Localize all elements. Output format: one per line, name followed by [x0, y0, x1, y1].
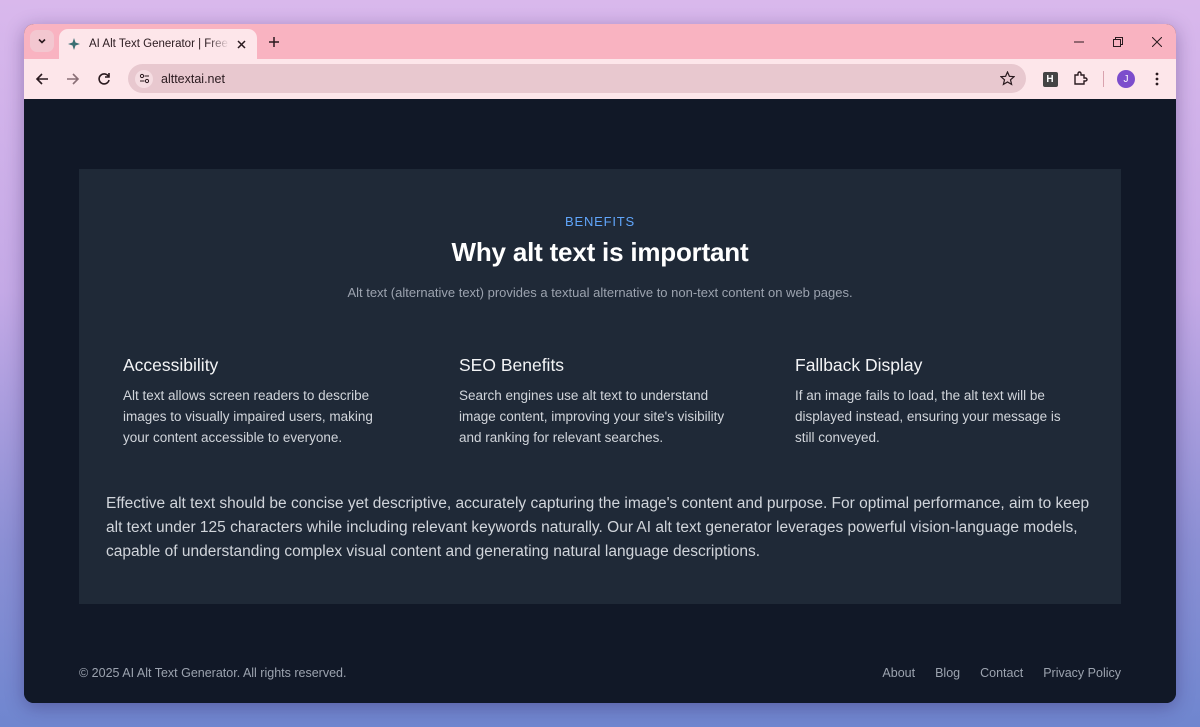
- page-content: BENEFITS Why alt text is important Alt t…: [24, 99, 1176, 703]
- feature-description: Search engines use alt text to understan…: [459, 388, 725, 445]
- feature-description: Alt text allows screen readers to descri…: [123, 388, 373, 445]
- chevron-down-icon: [38, 38, 46, 44]
- feature-accessibility: Accessibility Alt text allows screen rea…: [123, 355, 393, 448]
- site-favicon-icon: [67, 37, 81, 51]
- browser-window: AI Alt Text Generator | Free Tool: [24, 24, 1176, 703]
- extension-h-icon: H: [1042, 71, 1058, 87]
- feature-title: Fallback Display: [795, 355, 923, 375]
- tab-search-button[interactable]: [30, 30, 54, 52]
- puzzle-icon: [1074, 71, 1088, 85]
- feature-description: If an image fails to load, the alt text …: [795, 388, 1061, 445]
- section-title: Why alt text is important: [451, 237, 749, 267]
- feature-title: Accessibility: [123, 355, 219, 375]
- tab-close-icon[interactable]: [233, 36, 249, 52]
- browser-menu-button[interactable]: [1147, 69, 1167, 89]
- minimize-button[interactable]: [1059, 24, 1098, 59]
- url-text: alttextai.net: [161, 71, 225, 86]
- section-subtitle: Alt text (alternative text) provides a t…: [347, 285, 853, 300]
- extensions-button[interactable]: [1070, 69, 1090, 89]
- feature-title: SEO Benefits: [459, 355, 565, 375]
- close-icon: [1151, 36, 1162, 47]
- feature-seo: SEO Benefits Search engines use alt text…: [459, 355, 729, 448]
- site-settings-icon[interactable]: [135, 69, 153, 88]
- toolbar-divider: [1103, 71, 1104, 87]
- benefits-section: BENEFITS Why alt text is important Alt t…: [79, 169, 1121, 604]
- plus-icon: [269, 37, 279, 47]
- restore-icon: [1112, 36, 1123, 47]
- footer-link-blog[interactable]: Blog: [935, 666, 960, 680]
- close-window-button[interactable]: [1137, 24, 1176, 59]
- forward-button[interactable]: [61, 67, 85, 91]
- browser-toolbar: alttextai.net H J: [24, 59, 1176, 99]
- tab-strip: AI Alt Text Generator | Free Tool: [24, 24, 1176, 59]
- footer-nav: About Blog Contact Privacy Policy: [882, 666, 1121, 680]
- footer-link-contact[interactable]: Contact: [980, 666, 1023, 680]
- bookmark-star-icon[interactable]: [999, 70, 1016, 87]
- address-bar[interactable]: alttextai.net: [128, 64, 1026, 93]
- more-vert-icon: [1155, 72, 1159, 86]
- feature-fallback: Fallback Display If an image fails to lo…: [795, 355, 1065, 448]
- tab-active[interactable]: AI Alt Text Generator | Free Tool: [59, 29, 257, 59]
- footer-copyright: © 2025 AI Alt Text Generator. All rights…: [79, 666, 347, 680]
- minimize-icon: [1073, 41, 1084, 42]
- extension-h-button[interactable]: H: [1040, 69, 1060, 89]
- reload-button[interactable]: [92, 67, 116, 91]
- tab-title: AI Alt Text Generator | Free Tool: [89, 38, 229, 50]
- footer-link-about[interactable]: About: [882, 666, 915, 680]
- section-eyebrow: BENEFITS: [565, 214, 635, 229]
- reload-icon: [98, 73, 110, 85]
- summary-paragraph: Effective alt text should be concise yet…: [106, 495, 1090, 560]
- arrow-left-icon: [35, 73, 48, 85]
- footer-link-privacy[interactable]: Privacy Policy: [1043, 666, 1121, 680]
- profile-button[interactable]: J: [1116, 69, 1136, 89]
- avatar: J: [1117, 70, 1135, 88]
- back-button[interactable]: [30, 67, 54, 91]
- restore-button[interactable]: [1098, 24, 1137, 59]
- window-controls: [1059, 24, 1176, 59]
- new-tab-button[interactable]: [265, 33, 283, 51]
- arrow-right-icon: [67, 73, 80, 85]
